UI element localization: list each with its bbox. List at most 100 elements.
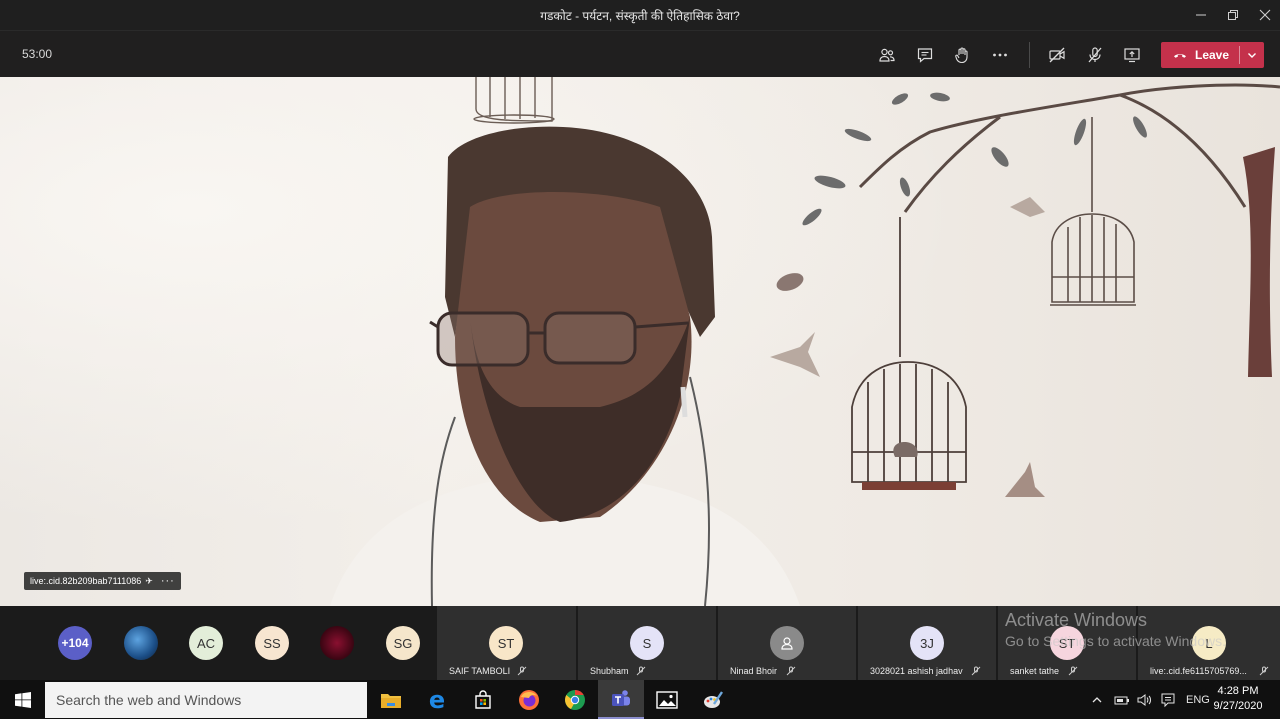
leave-button[interactable]: Leave	[1161, 42, 1264, 68]
participant-tile[interactable]: 3J 3028021 ashish jadhav	[858, 606, 996, 680]
taskbar-clock[interactable]: 4:28 PM 9/27/2020	[1208, 684, 1268, 714]
taskbar-search-box[interactable]: Search the web and Windows	[45, 682, 367, 718]
mic-muted-icon	[971, 666, 981, 676]
mic-toggle-button[interactable]	[1082, 42, 1108, 68]
search-placeholder: Search the web and Windows	[56, 692, 242, 708]
taskbar-teams[interactable]	[598, 680, 644, 719]
clock-date: 9/27/2020	[1213, 700, 1263, 712]
share-screen-button[interactable]	[1119, 42, 1145, 68]
file-explorer-icon	[381, 693, 401, 708]
taskbar-edge[interactable]: e	[414, 680, 460, 719]
camera-off-icon	[1049, 47, 1065, 63]
minimize-button[interactable]	[1184, 0, 1218, 30]
participant-tile[interactable]: S Shubham	[578, 606, 716, 680]
participant-name: Ninad Bhoir	[730, 666, 778, 676]
participant-name: live:.cid.fe6115705769...	[1150, 666, 1247, 676]
participant-tile[interactable]: ST SAIF TAMBOLI	[437, 606, 576, 680]
avatar-earth-photo[interactable]	[124, 626, 158, 660]
restore-icon	[1228, 10, 1238, 20]
camera-toggle-button[interactable]	[1044, 42, 1070, 68]
avatar-dark-photo[interactable]	[320, 626, 354, 660]
raise-hand-button[interactable]	[949, 42, 975, 68]
video-scene	[0, 77, 1280, 606]
avatar-ac[interactable]: AC	[189, 626, 223, 660]
more-options-button[interactable]	[987, 42, 1013, 68]
avatar-3j: 3J	[910, 626, 944, 660]
participant-tile[interactable]: Ninad Bhoir	[718, 606, 856, 680]
leave-label: Leave	[1195, 48, 1230, 62]
clock-time: 4:28 PM	[1217, 685, 1259, 697]
taskbar-chrome[interactable]	[552, 680, 598, 719]
chevron-down-icon[interactable]	[1245, 48, 1259, 62]
participant-name: 3028021 ashish jadhav	[870, 666, 963, 676]
raise-hand-icon	[955, 47, 968, 64]
restore-button[interactable]	[1216, 0, 1250, 30]
avatar-initials: ST	[497, 635, 515, 651]
edge-icon: e	[428, 685, 446, 714]
start-button[interactable]	[0, 680, 45, 719]
notification-icon[interactable]	[1160, 692, 1176, 708]
chat-button[interactable]	[912, 42, 938, 68]
hang-up-icon	[1174, 53, 1186, 58]
taskbar-firefox[interactable]	[506, 680, 552, 719]
photos-icon	[656, 690, 678, 709]
system-tray: ENG	[1090, 680, 1210, 719]
participant-name: SAIF TAMBOLI	[449, 666, 511, 676]
toolbar-divider	[1029, 42, 1030, 68]
meeting-timer: 53:00	[22, 47, 53, 61]
share-screen-icon	[1124, 48, 1140, 63]
teams-icon	[612, 689, 630, 706]
avatar-initials: S	[642, 635, 652, 651]
participant-name: Shubham	[590, 666, 629, 676]
video-participant-label[interactable]: live:.cid.82b209bab7111086 ✈ ···	[24, 572, 181, 590]
avatar-initials: AC	[196, 635, 216, 651]
taskbar-store[interactable]	[460, 680, 506, 719]
avatar-sg[interactable]: SG	[386, 626, 420, 660]
mic-off-icon	[1088, 47, 1102, 63]
meeting-toolbar: 53:00 Leave	[0, 30, 1280, 77]
activation-watermark: Activate Windows Go to Settings to activ…	[1005, 609, 1226, 651]
more-icon[interactable]: ···	[161, 575, 175, 587]
mic-muted-icon	[636, 666, 646, 676]
mic-muted-icon	[786, 666, 796, 676]
paint-icon	[704, 690, 723, 708]
title-bar: गडकोट - पर्यटन, संस्कृती की ऐतिहासिक ठेव…	[0, 0, 1280, 30]
language-indicator[interactable]: ENG	[1186, 694, 1210, 706]
windows-logo-icon	[14, 691, 31, 708]
close-button[interactable]	[1248, 0, 1280, 30]
chat-icon	[917, 48, 933, 63]
person-icon	[781, 637, 793, 650]
video-participant-name: live:.cid.82b209bab7111086	[30, 576, 142, 586]
mic-muted-icon	[1068, 666, 1078, 676]
main-video-feed	[0, 77, 1280, 606]
pin-icon[interactable]: ✈	[145, 576, 153, 587]
watermark-subtitle: Go to Settings to activate Windows.	[1005, 633, 1226, 649]
more-options-icon	[993, 53, 1007, 57]
avatar-ss[interactable]: SS	[255, 626, 289, 660]
participant-name: sanket tathe	[1010, 666, 1060, 676]
leave-divider	[1239, 46, 1240, 64]
close-icon	[1259, 9, 1271, 21]
overflow-participants-button[interactable]: +104	[58, 626, 92, 660]
firefox-icon	[519, 689, 539, 710]
taskbar-paint[interactable]	[690, 680, 736, 719]
chrome-icon	[565, 689, 585, 710]
avatar-initials: 3J	[920, 635, 934, 651]
volume-icon[interactable]	[1137, 693, 1153, 707]
watermark-title: Activate Windows	[1005, 610, 1148, 630]
taskbar: Search the web and Windows e ENG 4:28 PM…	[0, 680, 1280, 719]
chevron-up-icon[interactable]	[1090, 693, 1104, 707]
battery-icon[interactable]	[1114, 693, 1130, 707]
avatar-default	[770, 626, 804, 660]
taskbar-file-explorer[interactable]	[368, 680, 414, 719]
participants-button[interactable]	[874, 42, 900, 68]
store-icon	[475, 689, 491, 709]
participants-icon	[879, 48, 895, 62]
avatar-initials: SG	[393, 635, 413, 651]
avatar-st: ST	[489, 626, 523, 660]
taskbar-photos[interactable]	[644, 680, 690, 719]
minimize-icon	[1196, 14, 1206, 16]
mic-muted-icon	[517, 666, 527, 676]
window-title: गडकोट - पर्यटन, संस्कृती की ऐतिहासिक ठेव…	[540, 9, 740, 23]
mic-muted-icon	[1259, 666, 1269, 676]
